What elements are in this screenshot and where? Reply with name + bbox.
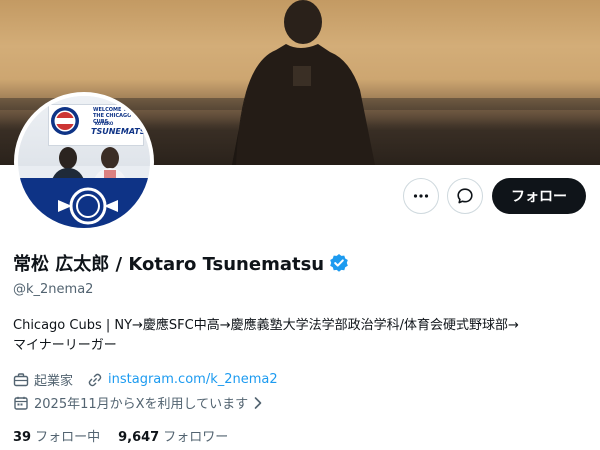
following-link[interactable]: 39 フォロー中: [13, 426, 100, 445]
following-count: 39: [13, 430, 32, 445]
message-icon: [457, 188, 473, 204]
join-date-row[interactable]: 2025年11月からXを利用しています: [13, 393, 264, 412]
follow-stats: 39 フォロー中 9,647 フォロワー: [13, 426, 228, 445]
display-name: 常松 広太郎 / Kotaro Tsunematsu: [13, 254, 325, 275]
link-icon: [87, 372, 103, 388]
profile-meta: 起業家 instagram.com/k_2nema2: [13, 370, 278, 389]
bio-line: マイナーリーガー: [13, 338, 117, 353]
bio-line: Chicago Cubs | NY→慶應SFC中高→慶應義塾大学法学部政治学科/…: [13, 318, 519, 333]
handle: @k_2nema2: [13, 282, 94, 297]
message-button[interactable]: [447, 178, 483, 214]
more-icon: [413, 194, 429, 198]
following-label: フォロー中: [35, 430, 101, 445]
more-button[interactable]: [403, 178, 439, 214]
name-row: 常松 広太郎 / Kotaro Tsunematsu: [13, 250, 349, 276]
briefcase-icon: [13, 372, 29, 388]
follow-button[interactable]: フォロー: [492, 178, 586, 214]
followers-link[interactable]: 9,647 フォロワー: [118, 426, 228, 445]
occupation-text: 起業家: [34, 374, 74, 389]
verified-badge-icon[interactable]: [329, 253, 349, 273]
followers-label: フォロワー: [163, 430, 229, 445]
chevron-right-icon: [252, 396, 264, 410]
bio: Chicago Cubs | NY→慶應SFC中高→慶應義塾大学法学部政治学科/…: [13, 316, 593, 356]
followers-count: 9,647: [118, 430, 160, 445]
calendar-icon: [13, 395, 29, 411]
profile-avatar[interactable]: WELCOME TO THE CHICAGO CUBS KOTARO TSUNE…: [14, 92, 154, 232]
website-link[interactable]: instagram.com/k_2nema2: [108, 372, 278, 387]
table-cubs-logo-icon: [58, 187, 118, 225]
join-date-text: 2025年11月からXを利用しています: [34, 397, 249, 412]
